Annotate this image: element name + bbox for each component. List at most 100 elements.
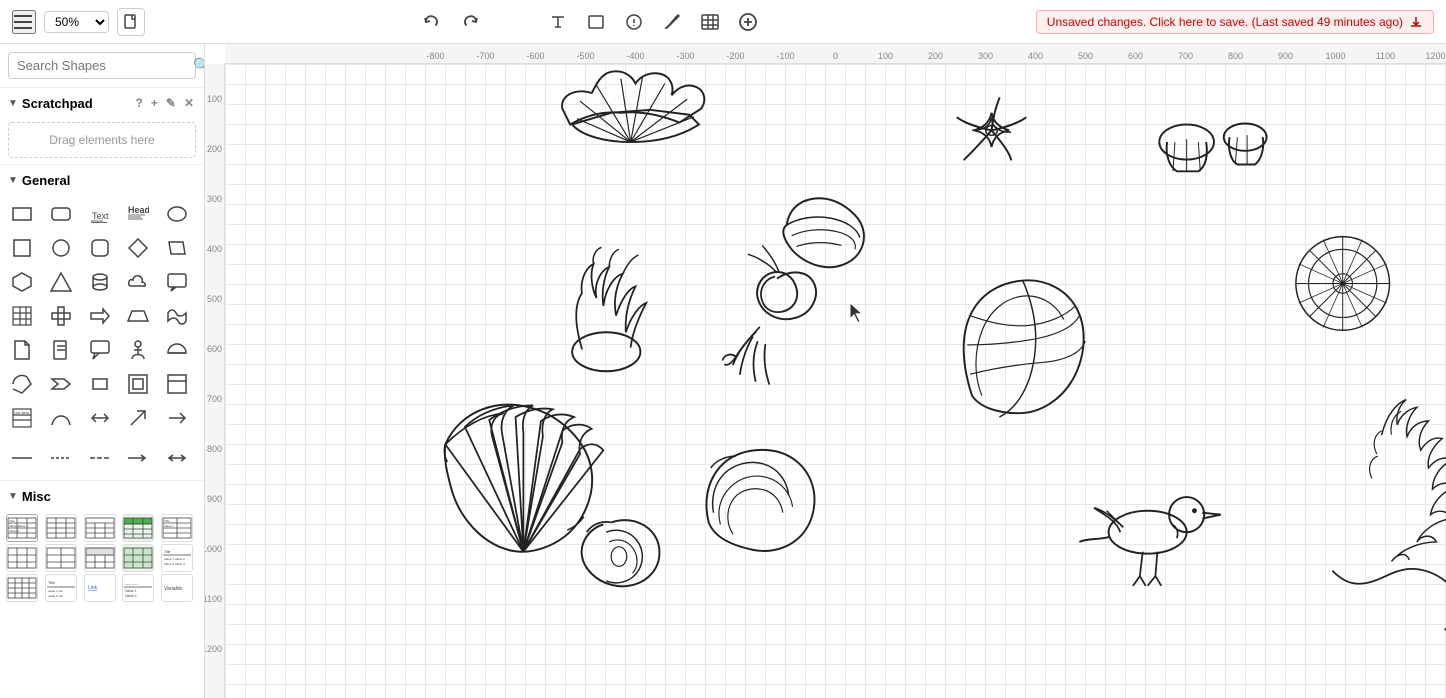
table-tool-button[interactable]: [696, 8, 724, 36]
shape-heading[interactable]: Heading: [122, 198, 154, 230]
line-double-arrow[interactable]: [161, 442, 193, 474]
svg-text:Value 1: Value 1: [125, 589, 137, 593]
svg-text:List Item: List Item: [14, 410, 30, 415]
misc-table-1[interactable]: Title Value 1 Value 2 Value 3: [6, 514, 38, 542]
page-button[interactable]: [117, 8, 145, 36]
oyster-top: [783, 198, 864, 267]
shape-cylinder[interactable]: [84, 266, 116, 298]
shape-square[interactable]: [6, 232, 38, 264]
misc-link[interactable]: Link: [84, 574, 116, 602]
line-dashed-2[interactable]: [84, 442, 116, 474]
text-tool-button[interactable]: [544, 8, 572, 36]
mushroom-stumps: [1159, 123, 1266, 171]
shape-doc[interactable]: [6, 334, 38, 366]
toolbar-left: 50% 75% 100% 150%: [12, 8, 145, 36]
scratchpad-drop-label: Drag elements here: [49, 133, 154, 147]
misc-variable[interactable]: Variable: [161, 574, 193, 602]
rectangle-tool-button[interactable]: [582, 8, 610, 36]
snail-shell: [582, 520, 660, 586]
general-arrow: ▼: [8, 175, 18, 186]
svg-text:Heading: Heading: [128, 205, 149, 215]
misc-table-2[interactable]: [45, 514, 77, 542]
shape-bidirectional-arrow[interactable]: [84, 402, 116, 434]
scratchpad-close-icon[interactable]: ✕: [182, 94, 196, 112]
line-dashed-1[interactable]: [45, 442, 77, 474]
shape-callout[interactable]: [84, 334, 116, 366]
shape-ellipse[interactable]: [161, 198, 193, 230]
shape-frame[interactable]: [122, 368, 154, 400]
shell-scallop-top: [562, 71, 704, 142]
shape-arrow-shape[interactable]: [84, 300, 116, 332]
shape-text[interactable]: Text: [84, 198, 116, 230]
shape-page[interactable]: [45, 334, 77, 366]
svg-text:Value 3: Value 3: [9, 529, 19, 533]
anemone: [572, 247, 646, 371]
scratchpad-add-icon[interactable]: +: [149, 94, 160, 112]
svg-text:Value 2: Value 2: [18, 524, 28, 528]
misc-label-line[interactable]: ___ ___ Value 1 Value 2: [122, 574, 154, 602]
svg-text:Value 2: Value 2: [125, 594, 137, 598]
shape-semicircle[interactable]: [161, 334, 193, 366]
shape-trapezoid[interactable]: [122, 300, 154, 332]
shape-diamond[interactable]: [122, 232, 154, 264]
shape-rectangle[interactable]: [6, 198, 38, 230]
line-arrow[interactable]: [122, 442, 154, 474]
menu-button[interactable]: [12, 10, 36, 34]
scratchpad-arrow: ▼: [8, 98, 18, 109]
misc-colored-1[interactable]: [122, 544, 154, 572]
misc-table-3[interactable]: [84, 514, 116, 542]
shape-partial-circle[interactable]: [6, 368, 38, 400]
unsaved-banner[interactable]: Unsaved changes. Click here to save. (La…: [1036, 10, 1434, 34]
canvas-svg: [225, 64, 1446, 698]
shape-triangle[interactable]: [45, 266, 77, 298]
shape-wave[interactable]: [161, 300, 193, 332]
misc-lines-item[interactable]: Title Value 1 Value 2 Value 3 Value 4: [161, 544, 193, 572]
shape-cross[interactable]: [45, 300, 77, 332]
rope-bottom-right: [1333, 569, 1446, 630]
toolbar-right: Unsaved changes. Click here to save. (La…: [1036, 10, 1434, 34]
shape-curve[interactable]: [45, 402, 77, 434]
line-solid[interactable]: [6, 442, 38, 474]
scratchpad-header[interactable]: ▼ Scratchpad ? + ✎ ✕: [0, 88, 204, 118]
general-header[interactable]: ▼ General: [0, 167, 204, 194]
canvas-area[interactable]: 0 100 200 300 400 500 600 700 800 900 10…: [205, 44, 1446, 698]
misc-header[interactable]: ▼ Misc: [0, 483, 204, 510]
misc-grid-2[interactable]: [45, 544, 77, 572]
search-icon[interactable]: 🔍: [193, 57, 205, 74]
pen-tool-button[interactable]: [658, 8, 686, 36]
shape-list-item[interactable]: List Item: [6, 402, 38, 434]
shape-rounded-square[interactable]: [84, 232, 116, 264]
shape-diagonal-arrow[interactable]: [122, 402, 154, 434]
shape-line-box[interactable]: [161, 368, 193, 400]
misc-grid-1[interactable]: [6, 544, 38, 572]
shape-rounded-rect[interactable]: [45, 198, 77, 230]
shape-circle[interactable]: [45, 232, 77, 264]
misc-table-color[interactable]: [122, 514, 154, 542]
shape-speech-bubble[interactable]: [161, 266, 193, 298]
shape-small-rect[interactable]: [84, 368, 116, 400]
zoom-select[interactable]: 50% 75% 100% 150%: [44, 11, 109, 33]
redo-button[interactable]: [456, 8, 484, 36]
shape-arrow-right[interactable]: [161, 402, 193, 434]
shape-chevron[interactable]: [45, 368, 77, 400]
shape-person[interactable]: [122, 334, 154, 366]
misc-table-lines[interactable]: Title Value 1: [161, 514, 193, 542]
more-shapes-button[interactable]: [734, 8, 762, 36]
misc-title: Misc: [22, 489, 196, 504]
misc-small-grid[interactable]: [6, 574, 38, 602]
search-input[interactable]: [17, 58, 193, 73]
canvas-content[interactable]: [225, 64, 1446, 698]
svg-text:Title: Title: [164, 550, 171, 554]
undo-button[interactable]: [418, 8, 446, 36]
scratchpad-edit-icon[interactable]: ✎: [164, 94, 178, 112]
scratchpad-help-icon[interactable]: ?: [134, 94, 145, 112]
shape-parallelogram[interactable]: [161, 232, 193, 264]
note-tool-button[interactable]: [620, 8, 648, 36]
shape-table-shape[interactable]: [6, 300, 38, 332]
misc-text-block[interactable]: Title value 1 val value 2 val: [45, 574, 77, 602]
shape-cloud[interactable]: [122, 266, 154, 298]
decorative-fan: [1296, 237, 1390, 331]
shape-hexagon[interactable]: [6, 266, 38, 298]
misc-grid-3[interactable]: [84, 544, 116, 572]
scratchpad-actions: ? + ✎ ✕: [134, 94, 196, 112]
